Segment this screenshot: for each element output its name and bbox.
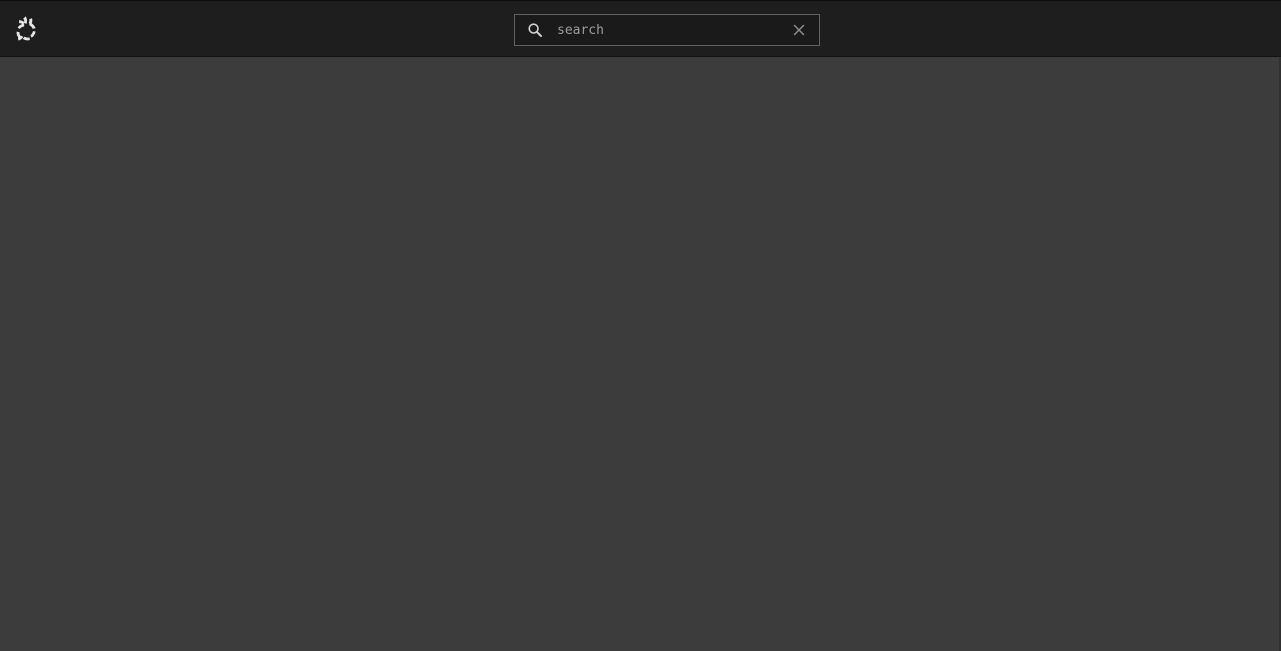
tri-swirl-logo-icon[interactable] xyxy=(10,13,42,45)
search-bar[interactable] xyxy=(514,14,820,46)
main-content-area xyxy=(0,57,1281,651)
app-window xyxy=(0,0,1281,651)
search-input[interactable] xyxy=(557,15,785,45)
top-bar xyxy=(0,0,1281,57)
close-icon[interactable] xyxy=(785,15,813,45)
search-icon xyxy=(527,22,543,38)
